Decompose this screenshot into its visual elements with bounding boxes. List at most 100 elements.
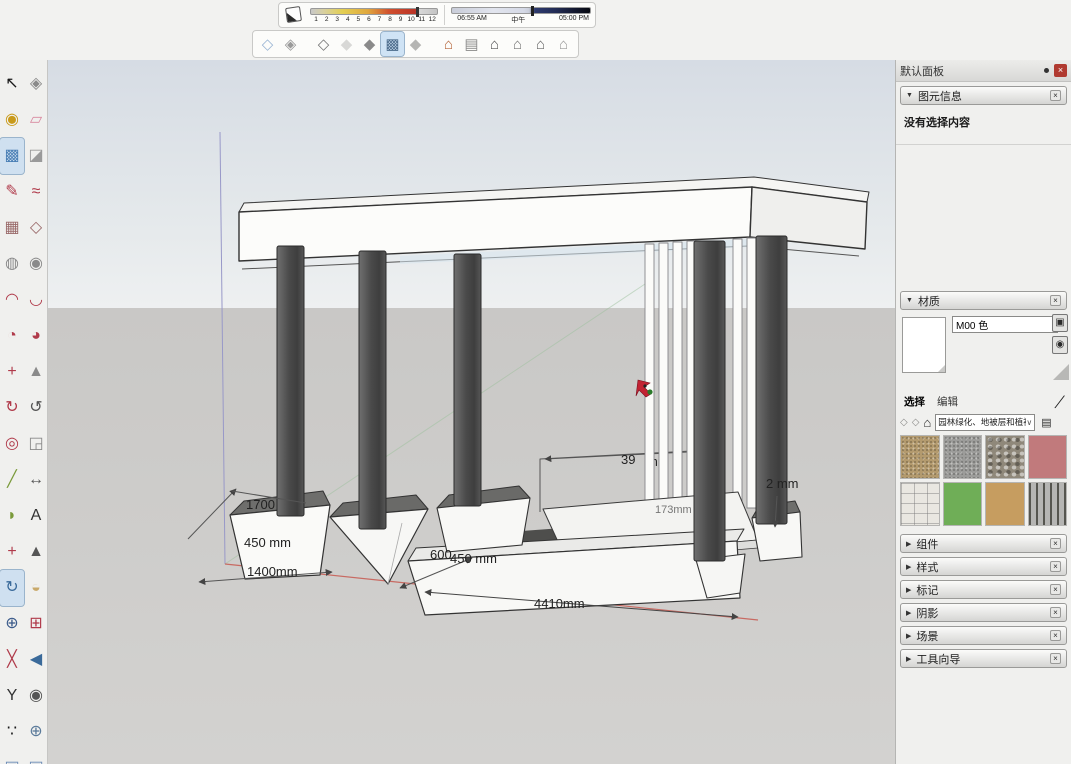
date-slider-handle[interactable] [416,7,419,17]
back-edges-style-button[interactable]: ◈ [279,32,302,56]
pin-icon[interactable] [1044,68,1049,73]
tray-close-button[interactable]: × [1054,64,1067,77]
tray-section-header[interactable]: ▶ 场景 × [900,626,1067,645]
arc-tool[interactable]: ◠ [0,282,24,318]
monochrome-style-button[interactable]: ◆ [404,32,427,56]
tray-section-header[interactable]: ▶ 组件 × [900,534,1067,553]
circle-tool[interactable]: ◍ [0,246,24,282]
right-view-button[interactable]: ⌂ [506,32,529,56]
swatch-grass-green[interactable] [943,482,983,526]
polygon-tool[interactable]: ◉ [24,246,48,282]
walk-tool[interactable]: ∵ [0,714,24,750]
rotated-rectangle-tool[interactable]: ◇ [24,210,48,246]
tray-section-header[interactable]: ▶ 标记 × [900,580,1067,599]
swatch-gravel-gray[interactable] [943,435,983,479]
offset-tool[interactable]: ◎ [0,426,24,462]
column-1[interactable] [277,246,304,516]
pie-tool[interactable]: ◕ [24,318,48,354]
tab-select[interactable]: 选择 [904,394,925,409]
tray-section-close-button[interactable]: × [1050,538,1061,549]
swatch-pebbles[interactable] [985,435,1025,479]
eraser-tool[interactable]: ▱ [24,102,48,138]
back-view-button[interactable]: ⌂ [529,32,552,56]
paint-bucket-tool[interactable]: ◉ [0,102,24,138]
tab-edit[interactable]: 编辑 [937,394,958,409]
dimension-tool[interactable]: ↔ [24,462,48,498]
section-plane-tool[interactable]: ⊕ [24,714,48,750]
back-icon[interactable]: ◇ [900,417,908,428]
swatch-sand-tan[interactable] [985,482,1025,526]
zoom-window-tool[interactable]: ⊞ [24,606,48,642]
tray-section-close-button[interactable]: × [1050,584,1061,595]
tray-section-close-button[interactable]: × [1050,561,1061,572]
shaded-textures-style-button[interactable]: ▩ [381,32,404,56]
tape-measure-tool[interactable]: ╱ [0,462,24,498]
swatch-stone-pavers[interactable] [900,482,940,526]
shaded-style-button[interactable]: ◆ [358,32,381,56]
tray-section-close-button[interactable]: × [1050,607,1061,618]
two-point-arc-tool[interactable]: ◡ [24,282,48,318]
entity-info-close-button[interactable]: × [1050,90,1061,101]
model-viewport[interactable]: 39 mm 500 mm [48,60,895,764]
entity-info-header[interactable]: ▼ 图元信息 × [900,86,1067,105]
pan-tool[interactable]: ◒ [24,570,48,606]
forward-icon[interactable]: ◇ [912,417,920,428]
column-4[interactable] [694,241,725,561]
materials-header[interactable]: ▼ 材质 × [900,291,1067,310]
swatch-gravel-brown[interactable] [900,435,940,479]
date-slider-track[interactable] [310,8,438,15]
left-view-button[interactable]: ⌂ [552,32,575,56]
push-pull-tool[interactable]: ▲ [24,354,48,390]
zoom-tool[interactable]: ⊕ [0,606,24,642]
tray-title-bar[interactable]: 默认面板 × [896,60,1071,82]
column-2[interactable] [359,251,386,529]
sample-paint-button[interactable]: ◉ [1052,336,1068,354]
three-point-arc-tool[interactable]: ◔ [0,318,24,354]
swatch-metal-fence[interactable] [1028,482,1068,526]
baluster[interactable] [747,238,756,508]
baluster[interactable] [645,244,654,510]
tray-section-close-button[interactable]: × [1050,653,1061,664]
select-tool[interactable]: ↖ [0,66,24,102]
baluster[interactable] [733,239,742,511]
model-canvas[interactable]: 39 mm 500 mm [48,60,895,764]
hidden-line-style-button[interactable]: ◆ [335,32,358,56]
create-material-button[interactable]: ▣ [1052,314,1068,332]
3d-text-tool[interactable]: ▲ [24,534,48,570]
eyedropper-icon[interactable]: ╱ [1055,394,1065,409]
flat-shape-tool[interactable]: ◪ [24,138,48,174]
move-tool[interactable]: + [0,354,24,390]
axes-tool[interactable]: + [0,534,24,570]
details-icon[interactable]: ▤ [1041,416,1051,429]
extra-tool-1[interactable]: ▣ [0,750,24,764]
baluster[interactable] [673,242,682,514]
materials-close-button[interactable]: × [1050,295,1061,306]
component-tool[interactable]: ◈ [24,66,48,102]
swatch-brick-red[interactable] [1028,435,1068,479]
previous-view-tool[interactable]: ◀ [24,642,48,678]
freehand-tool[interactable]: ≈ [24,174,48,210]
rectangle-tool[interactable]: ▦ [0,210,24,246]
extra-tool-2[interactable]: ▣ [24,750,48,764]
xray-style-button[interactable]: ◇ [256,32,279,56]
protractor-tool[interactable]: ◗ [0,498,24,534]
line-tool[interactable]: ✎ [0,174,24,210]
front-view-button[interactable]: ⌂ [483,32,506,56]
tray-section-header[interactable]: ▶ 阴影 × [900,603,1067,622]
position-camera-tool[interactable]: Y [0,678,24,714]
scale-tool[interactable]: ◲ [24,426,48,462]
material-preview-swatch[interactable] [902,317,946,373]
rotate-tool[interactable]: ↻ [0,390,24,426]
zoom-extents-tool[interactable]: ╳ [0,642,24,678]
shadow-date-slider[interactable]: 123456789101112 [310,8,438,23]
collection-dropdown[interactable]: 园林绿化、地被层和植被 ∨ [935,414,1035,431]
top-view-button[interactable]: ▤ [460,32,483,56]
shadow-dialog-button[interactable] [283,5,304,25]
wireframe-style-button[interactable]: ◇ [312,32,335,56]
column-3[interactable] [454,254,481,506]
baluster[interactable] [659,243,668,513]
material-name-input[interactable] [952,316,1058,333]
tray-section-header[interactable]: ▶ 样式 × [900,557,1067,576]
shadow-time-slider[interactable]: 06:55 AM 中午 05:00 PM [451,7,591,24]
tray-section-header[interactable]: ▶ 工具向导 × [900,649,1067,668]
